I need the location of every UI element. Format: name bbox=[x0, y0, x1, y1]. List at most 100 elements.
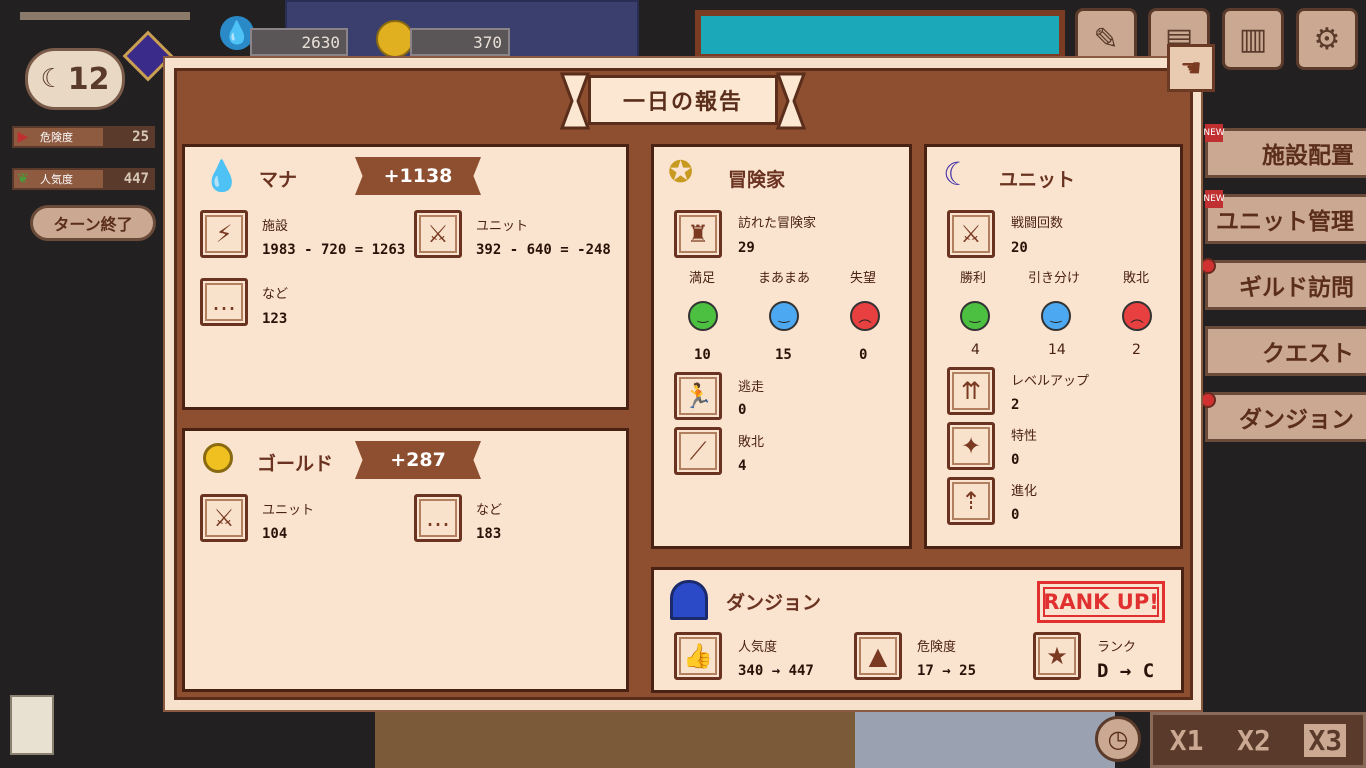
danger-icon: ▶ bbox=[17, 129, 29, 145]
mana-total-ribbon: +1138 bbox=[355, 157, 481, 195]
gold-total: 370 bbox=[410, 28, 510, 56]
mana-title: マナ bbox=[259, 169, 298, 191]
rank-label: ランク bbox=[1097, 640, 1137, 655]
evolve-value: 0 bbox=[1011, 507, 1020, 523]
close-button[interactable]: ☚ bbox=[1167, 44, 1215, 92]
draw-value: 14 bbox=[1048, 342, 1066, 358]
popularity-icon: ❦ bbox=[17, 171, 29, 187]
rank-value: D → C bbox=[1097, 660, 1155, 682]
gold-other-label: など bbox=[476, 503, 503, 518]
unit-title: ユニット bbox=[999, 169, 1076, 191]
thumbs-up-icon: 👍 bbox=[674, 632, 722, 680]
evolution-icon: ⇡ bbox=[947, 477, 995, 525]
gear-icon: ⚙ bbox=[1313, 21, 1341, 57]
end-turn-button[interactable]: ターン終了 bbox=[30, 205, 156, 241]
new-badge: NEW bbox=[1203, 124, 1225, 142]
new-badge: NEW bbox=[1203, 190, 1225, 208]
crossed-swords-icon: ⚔ bbox=[414, 210, 462, 258]
adventurer-title: 冒険家 bbox=[728, 169, 786, 191]
scene-stone-floor bbox=[855, 705, 1115, 768]
so-so-value: 15 bbox=[775, 347, 792, 363]
sad-face-icon: ︵ bbox=[850, 301, 880, 331]
win-value: 4 bbox=[971, 342, 980, 358]
visited-label: 訪れた冒険家 bbox=[738, 216, 817, 231]
gold-unit-label: ユニット bbox=[262, 503, 315, 518]
trait-value: 0 bbox=[1011, 452, 1020, 468]
lose-label: 敗北 bbox=[1123, 271, 1150, 286]
gold-total-ribbon: +287 bbox=[355, 441, 481, 479]
menu-dungeon[interactable]: ダンジョン bbox=[1205, 392, 1366, 442]
menu-quest[interactable]: クエスト bbox=[1205, 326, 1366, 376]
broken-sword-icon: ⟋ bbox=[674, 427, 722, 475]
close-hand-icon: ☚ bbox=[1180, 54, 1202, 82]
mana-drop-icon: 💧 bbox=[203, 159, 241, 194]
levelup-label: レベルアップ bbox=[1011, 374, 1090, 389]
dungeon-danger-label: 危険度 bbox=[917, 640, 957, 655]
sad-face-icon: ︵ bbox=[1122, 301, 1152, 331]
gold-title: ゴールド bbox=[257, 453, 334, 475]
document-icon[interactable] bbox=[10, 695, 54, 755]
satisfied-value: 10 bbox=[694, 347, 711, 363]
gold-coin-icon bbox=[376, 20, 414, 58]
dungeon-portal-icon bbox=[670, 580, 708, 620]
scene-dungeon-floor bbox=[375, 705, 855, 768]
day-counter: ☾ 12 bbox=[25, 48, 125, 110]
happy-face-icon: ‿ bbox=[960, 301, 990, 331]
facility-icon: ⚡ bbox=[200, 210, 248, 258]
unit-panel: ☾ ユニット ⚔ 戦闘回数 20 勝利 引き分け 敗北 ‿ ‿ ︵ 4 14 2… bbox=[924, 144, 1183, 549]
disappointed-label: 失望 bbox=[850, 271, 877, 286]
danger-value: 25 bbox=[103, 128, 153, 146]
star-plus-icon: ★ bbox=[1033, 632, 1081, 680]
adventurer-defeat-label: 敗北 bbox=[738, 435, 765, 450]
running-figure-icon: 🏃 bbox=[674, 372, 722, 420]
hud-top-bar bbox=[20, 12, 190, 20]
satisfied-label: 満足 bbox=[689, 271, 716, 286]
speed-x2-button[interactable]: X2 bbox=[1237, 724, 1271, 757]
adventurer-group-icon: ♜ bbox=[674, 210, 722, 258]
gold-unit-value: 104 bbox=[262, 526, 288, 542]
menu-facility-placement[interactable]: 施設配置 bbox=[1205, 128, 1366, 178]
dungeon-danger-value: 17 → 25 bbox=[917, 663, 977, 679]
happy-face-icon: ‿ bbox=[688, 301, 718, 331]
clock-icon[interactable]: ◷ bbox=[1095, 716, 1141, 762]
battles-value: 20 bbox=[1011, 240, 1028, 256]
dungeon-popularity-label: 人気度 bbox=[738, 640, 778, 655]
mana-unit-value: 392 - 640 = -248 bbox=[476, 242, 611, 258]
ellipsis-icon: … bbox=[200, 278, 248, 326]
report-title: 一日の報告 bbox=[588, 75, 778, 125]
day-number: 12 bbox=[67, 61, 110, 97]
visited-value: 29 bbox=[738, 240, 755, 256]
gold-other-value: 183 bbox=[476, 526, 502, 542]
gold-coin-icon bbox=[203, 443, 233, 473]
sparkle-icon: ✦ bbox=[947, 422, 995, 470]
escape-label: 逃走 bbox=[738, 380, 765, 395]
bar-chart-icon: ▥ bbox=[1238, 21, 1268, 57]
mana-panel: 💧 マナ +1138 ⚡ 施設 1983 - 720 = 1263 ⚔ ユニット… bbox=[182, 144, 629, 410]
neutral-face-icon: ‿ bbox=[1041, 301, 1071, 331]
adventurer-panel: ✪ 冒険家 ♜ 訪れた冒険家 29 満足 まあまあ 失望 ‿ ‿ ︵ 10 15… bbox=[651, 144, 912, 549]
speed-x1-button[interactable]: X1 bbox=[1170, 724, 1204, 757]
menu-unit-management[interactable]: ユニット管理 bbox=[1205, 194, 1366, 244]
level-up-arrow-icon: ⇈ bbox=[947, 367, 995, 415]
so-so-label: まあまあ bbox=[758, 271, 811, 286]
mana-total: 2630 bbox=[250, 28, 348, 56]
popularity-value: 447 bbox=[103, 170, 153, 188]
scene-water-area bbox=[695, 10, 1065, 60]
lose-value: 2 bbox=[1132, 342, 1141, 358]
settings-button[interactable]: ⚙ bbox=[1296, 8, 1358, 70]
mana-other-label: など bbox=[262, 287, 289, 302]
gold-panel: ゴールド +287 ⚔ ユニット 104 … など 183 bbox=[182, 428, 629, 692]
stats-button[interactable]: ▥ bbox=[1222, 8, 1284, 70]
crossed-swords-icon: ⚔ bbox=[947, 210, 995, 258]
moon-icon: ☾ bbox=[40, 64, 64, 94]
crossed-swords-icon: ⚔ bbox=[200, 494, 248, 542]
trait-label: 特性 bbox=[1011, 429, 1038, 444]
dungeon-title: ダンジョン bbox=[726, 592, 822, 614]
menu-guild-visit[interactable]: ギルド訪問 bbox=[1205, 260, 1366, 310]
levelup-value: 2 bbox=[1011, 397, 1020, 413]
mana-drop-icon: 💧 bbox=[220, 16, 254, 50]
neutral-face-icon: ‿ bbox=[769, 301, 799, 331]
speed-x3-button[interactable]: X3 bbox=[1304, 723, 1347, 757]
mana-other-value: 123 bbox=[262, 311, 288, 327]
draw-label: 引き分け bbox=[1028, 271, 1081, 286]
